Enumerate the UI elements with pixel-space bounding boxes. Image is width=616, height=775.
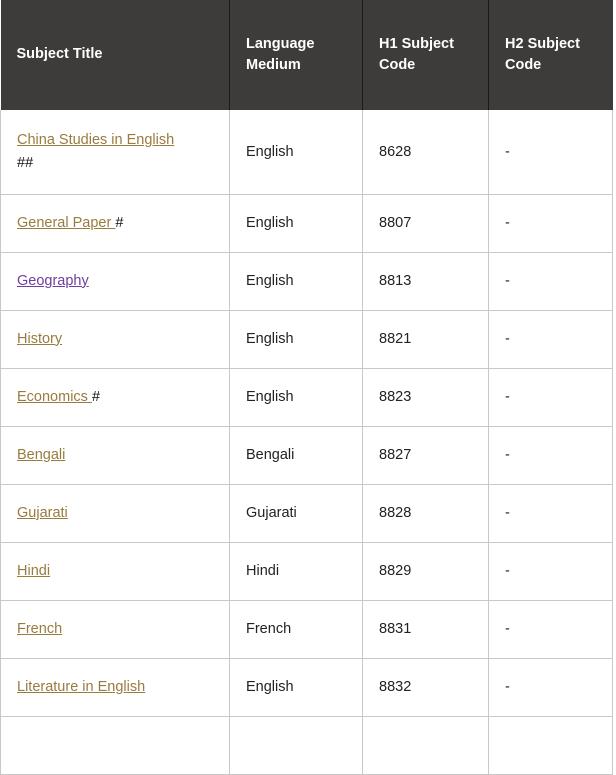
cell-language-medium: English <box>229 658 363 717</box>
subject-title-link[interactable]: Bengali <box>17 447 65 463</box>
table-row: Economics # English 8823- <box>0 368 613 427</box>
cell-language-medium: Hindi <box>229 542 363 601</box>
subject-title-link[interactable]: China Studies in English <box>17 132 174 148</box>
table-header: Subject Title Language Medium H1 Subject… <box>0 0 613 110</box>
column-header-h2-subject-code-line1: H2 Subject <box>505 35 580 52</box>
table-row: China Studies in English ## English 8628- <box>0 110 613 195</box>
column-header-language-medium-line1: Language <box>246 35 315 52</box>
column-header-h2-subject-code-line2: Code <box>505 57 542 73</box>
cell-h1-subject-code: 8823 <box>362 368 489 427</box>
cell-h1-subject-code: 8832 <box>362 658 489 717</box>
cell-h1-subject-code: 8831 <box>362 600 489 659</box>
cell-subject-title <box>0 716 230 775</box>
table-row: General Paper # English 8807- <box>0 194 613 253</box>
cell-subject-title: General Paper # <box>0 194 230 253</box>
cell-language-medium: English <box>229 252 363 311</box>
cell-language-medium: Gujarati <box>229 484 363 543</box>
cell-h2-subject-code: - <box>488 194 613 253</box>
table-row: Geography English 8813- <box>0 252 613 311</box>
subject-title-link[interactable]: Gujarati <box>17 505 68 521</box>
cell-language-medium: Bengali <box>229 426 363 485</box>
cell-language-medium: English <box>229 310 363 369</box>
table-row: Gujarati Gujarati 8828- <box>0 484 613 543</box>
subject-table-container: Subject Title Language Medium H1 Subject… <box>0 0 613 775</box>
cell-h2-subject-code: - <box>488 600 613 659</box>
column-header-h1-subject-code-line2: Code <box>379 57 416 73</box>
cell-subject-title: Hindi <box>0 542 230 601</box>
column-header-language-medium: Language Medium <box>229 0 363 110</box>
subject-footnote-marker: ## <box>17 154 34 171</box>
cell-h2-subject-code: - <box>488 542 613 601</box>
cell-subject-title: History <box>0 310 230 369</box>
cell-h1-subject-code: 8829 <box>362 542 489 601</box>
table-body: China Studies in English ## English 8628- Ge… <box>0 110 613 775</box>
cell-h2-subject-code: - <box>488 484 613 543</box>
subject-listing-table: Subject Title Language Medium H1 Subject… <box>0 0 613 775</box>
cell-h2-subject-code: - <box>488 426 613 485</box>
subject-title-link[interactable]: Hindi <box>17 563 50 579</box>
column-header-subject-title: Subject Title <box>0 0 230 110</box>
cell-h2-subject-code: - <box>488 658 613 717</box>
table-row: French French 8831- <box>0 600 613 659</box>
cell-language-medium: French <box>229 600 363 659</box>
subject-title-link[interactable]: History <box>17 331 62 347</box>
cell-language-medium <box>229 716 363 775</box>
cell-h1-subject-code: 8828 <box>362 484 489 543</box>
column-header-h2-subject-code: H2 Subject Code <box>488 0 613 110</box>
table-row <box>0 716 613 775</box>
column-header-language-medium-line2: Medium <box>246 57 301 73</box>
subject-title-link[interactable]: Economics <box>17 389 92 405</box>
cell-subject-title: Gujarati <box>0 484 230 543</box>
table-row: Literature in English English 8832- <box>0 658 613 717</box>
subject-title-link[interactable]: General Paper <box>17 215 115 231</box>
cell-h1-subject-code <box>362 716 489 775</box>
cell-h1-subject-code: 8628 <box>362 110 489 195</box>
cell-subject-title: Geography <box>0 252 230 311</box>
table-row: Bengali Bengali 8827- <box>0 426 613 485</box>
cell-h1-subject-code: 8827 <box>362 426 489 485</box>
cell-h2-subject-code: - <box>488 110 613 195</box>
table-row: History English 8821- <box>0 310 613 369</box>
column-header-h1-subject-code: H1 Subject Code <box>362 0 489 110</box>
cell-h1-subject-code: 8821 <box>362 310 489 369</box>
subject-footnote-marker: # <box>115 214 124 231</box>
cell-h1-subject-code: 8807 <box>362 194 489 253</box>
cell-h2-subject-code <box>488 716 613 775</box>
cell-subject-title: Bengali <box>0 426 230 485</box>
column-header-subject-title-line1: Subject Title <box>16 46 103 63</box>
cell-language-medium: English <box>229 368 363 427</box>
subject-title-link[interactable]: Geography <box>17 273 89 289</box>
cell-h2-subject-code: - <box>488 252 613 311</box>
subject-title-link[interactable]: French <box>17 621 62 637</box>
table-row: Hindi Hindi 8829- <box>0 542 613 601</box>
cell-subject-title: China Studies in English ## <box>0 110 230 195</box>
cell-subject-title: French <box>0 600 230 659</box>
cell-h1-subject-code: 8813 <box>362 252 489 311</box>
cell-language-medium: English <box>229 110 363 195</box>
cell-h2-subject-code: - <box>488 368 613 427</box>
subject-footnote-marker: # <box>91 388 101 405</box>
cell-h2-subject-code: - <box>488 310 613 369</box>
table-header-row: Subject Title Language Medium H1 Subject… <box>0 0 613 110</box>
cell-language-medium: English <box>229 194 363 253</box>
subject-title-link[interactable]: Literature in English <box>17 679 145 695</box>
column-header-h1-subject-code-line1: H1 Subject <box>379 35 454 52</box>
cell-subject-title: Literature in English <box>0 658 230 717</box>
cell-subject-title: Economics # <box>0 368 230 427</box>
